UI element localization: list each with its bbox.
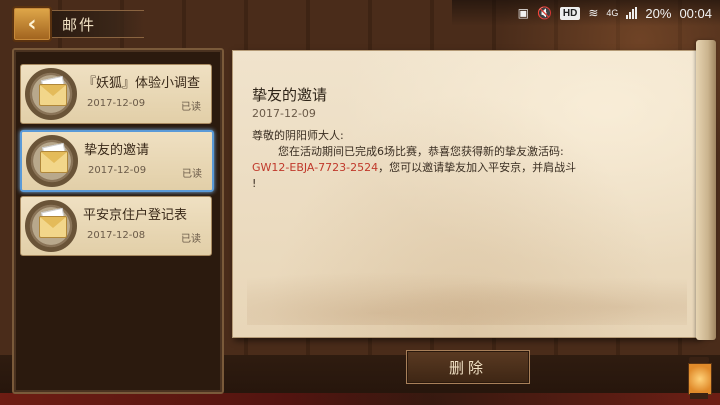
mail-date: 2017-12-09: [88, 165, 147, 176]
battery-level: 20%: [645, 5, 672, 21]
notification-icon: ▣: [517, 6, 529, 20]
page-title: 邮件: [62, 16, 97, 34]
mail-item-survey[interactable]: 『妖狐』体验小调查 2017-12-09 已读: [20, 64, 212, 124]
letter-date: 2017-12-09: [252, 107, 316, 120]
mail-status: 已读: [181, 234, 201, 245]
envelope-icon: [39, 84, 67, 106]
letter-body: 尊敬的阴阳师大人: 您在活动期间已完成6场比赛，恭喜您获得新的挚友激活码: GW…: [252, 128, 652, 192]
letter-line-1: 您在活动期间已完成6场比赛，恭喜您获得新的挚友激活码:: [278, 145, 564, 158]
mute-icon: 🔇: [536, 6, 552, 20]
mail-title: 平安京住户登记表: [83, 208, 188, 223]
chevron-left-icon: ‹: [27, 11, 37, 37]
mail-avatar: [25, 68, 77, 120]
letter-line-2: ，您可以邀请挚友加入平安京，并肩战斗: [378, 161, 577, 174]
signal-icon: [626, 7, 638, 19]
hd-badge: HD: [559, 6, 581, 20]
mail-date: 2017-12-09: [87, 98, 146, 109]
invite-code: GW12-EBJA-7723-2524: [252, 161, 379, 174]
mail-status: 已读: [182, 169, 202, 180]
lantern-icon: [686, 357, 712, 401]
network-type: 4G: [606, 8, 619, 18]
letter-title: 挚友的邀请: [252, 86, 328, 104]
paper-decoration: [247, 265, 687, 325]
red-decoration: [0, 393, 720, 405]
mail-avatar: [26, 135, 78, 187]
mail-item-registration[interactable]: 平安京住户登记表 2017-12-08 已读: [20, 196, 212, 256]
back-button[interactable]: ‹: [12, 6, 52, 42]
mail-title: 挚友的邀请: [84, 143, 150, 158]
mail-item-friend-invite[interactable]: 挚友的邀请 2017-12-09 已读: [20, 130, 214, 192]
mail-avatar: [25, 200, 77, 252]
clock: 00:04: [679, 5, 712, 21]
scroll-roller: [696, 40, 716, 340]
mail-title: 『妖狐』体验小调查: [83, 76, 201, 91]
letter-line-3: !: [252, 177, 257, 190]
letter-scroll: 挚友的邀请 2017-12-09 尊敬的阴阳师大人: 您在活动期间已完成6场比赛…: [226, 40, 716, 340]
mail-status: 已读: [181, 102, 201, 113]
delete-button[interactable]: 删除: [406, 350, 530, 384]
envelope-icon: [40, 151, 68, 173]
envelope-icon: [39, 216, 67, 238]
mail-list-panel[interactable]: 『妖狐』体验小调查 2017-12-09 已读 挚友的邀请 2017-12-09…: [12, 48, 224, 394]
letter-greeting: 尊敬的阴阳师大人:: [252, 129, 344, 142]
mail-date: 2017-12-08: [87, 230, 146, 241]
status-bar: ▣ 🔇 HD ≋ 4G 20% 00:04: [452, 0, 720, 26]
wifi-icon: ≋: [588, 6, 599, 20]
